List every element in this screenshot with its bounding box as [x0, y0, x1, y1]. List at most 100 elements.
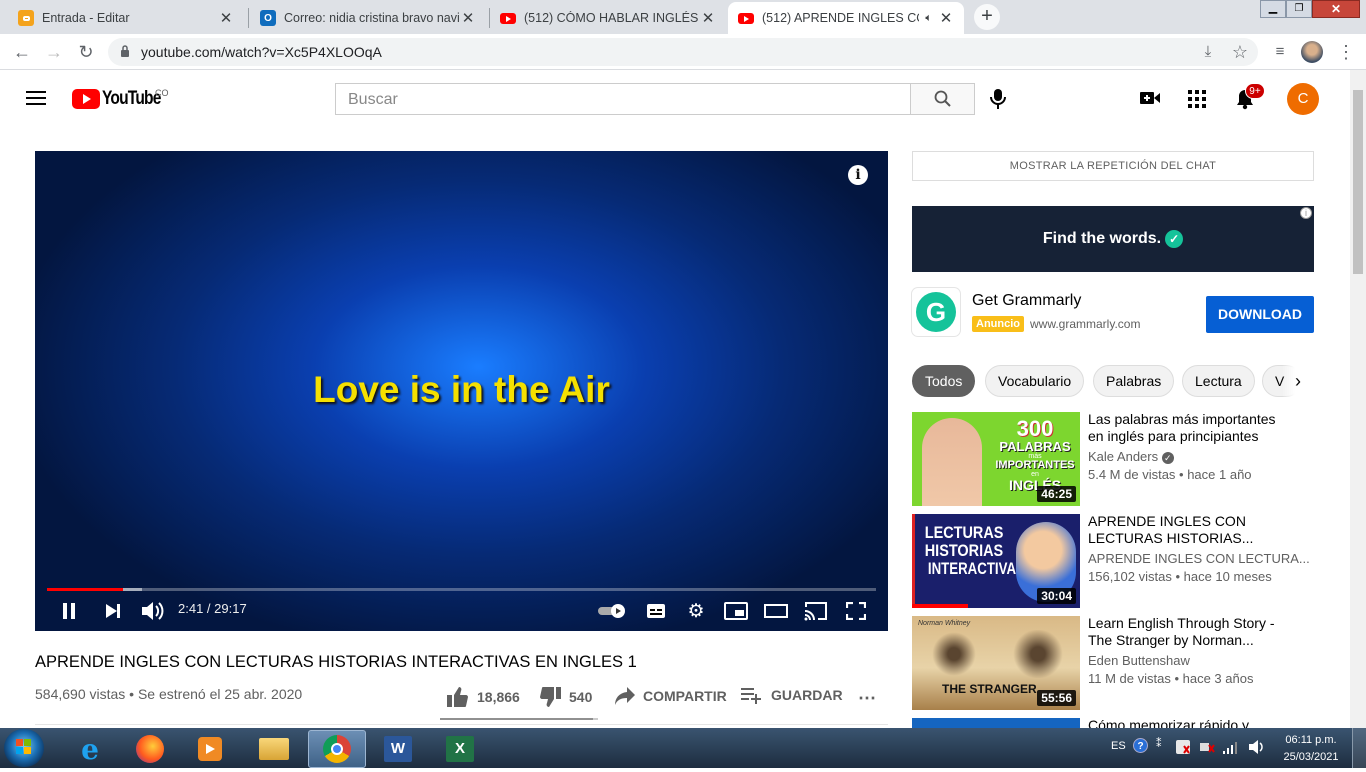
- related-channel[interactable]: Eden Buttenshaw: [1088, 653, 1190, 668]
- language-indicator[interactable]: ES: [1111, 740, 1126, 752]
- speaker-icon[interactable]: 🔈︎: [925, 12, 932, 25]
- like-button[interactable]: 18,866: [446, 686, 520, 708]
- forward-arrow-icon[interactable]: →: [40, 38, 68, 66]
- related-title[interactable]: Cómo memorizar rápido y: [1088, 717, 1288, 728]
- related-thumbnail-2[interactable]: LECTURAS HISTORIAS INTERACTIVAS 30:04: [912, 514, 1080, 608]
- tab-youtube-1[interactable]: (512) CÓMO HABLAR INGLÉS PO ✕: [490, 2, 726, 34]
- chip-lectura[interactable]: Lectura: [1182, 365, 1255, 397]
- show-desktop-button[interactable]: [1352, 728, 1366, 768]
- minimize-button[interactable]: ▁: [1260, 0, 1286, 18]
- back-arrow-icon[interactable]: ←: [8, 38, 36, 66]
- tab-outlook[interactable]: O Correo: nidia cristina bravo navia ✕: [250, 2, 486, 34]
- related-channel[interactable]: Kale Anders ✓: [1088, 449, 1174, 464]
- related-thumbnail-4[interactable]: [912, 718, 1080, 728]
- scrollbar-thumb[interactable]: [1353, 90, 1363, 274]
- theater-mode-icon[interactable]: [764, 603, 788, 619]
- ad-title[interactable]: Get Grammarly: [972, 292, 1081, 310]
- chip-vocabulario[interactable]: Vocabulario: [985, 365, 1085, 397]
- cast-icon[interactable]: [803, 601, 829, 621]
- pause-icon[interactable]: [61, 602, 77, 620]
- action-center-icon[interactable]: [1176, 740, 1190, 754]
- autoplay-toggle[interactable]: [597, 603, 627, 619]
- verified-icon: ✓: [1161, 452, 1174, 464]
- chevron-right-icon[interactable]: ›: [1282, 365, 1314, 397]
- more-actions-icon[interactable]: ⋯: [858, 688, 877, 709]
- maximize-button[interactable]: ❐: [1286, 0, 1312, 18]
- download-button[interactable]: DOWNLOAD: [1206, 296, 1314, 333]
- chip-todos[interactable]: Todos: [912, 365, 976, 397]
- save-label: GUARDAR: [771, 687, 843, 703]
- tree-icon: [1012, 630, 1064, 678]
- ad-banner[interactable]: Find the words. ✓: [912, 206, 1314, 272]
- search-button[interactable]: [910, 83, 975, 115]
- outlook-icon: O: [260, 10, 276, 26]
- help-icon[interactable]: ?: [1133, 738, 1148, 753]
- reload-icon[interactable]: ↻: [72, 38, 100, 66]
- share-button[interactable]: COMPARTIR: [614, 686, 727, 706]
- hamburger-menu-icon[interactable]: [26, 90, 46, 106]
- next-video-icon[interactable]: [104, 603, 122, 619]
- close-tab-icon[interactable]: ✕: [938, 9, 954, 27]
- settings-gear-icon[interactable]: ⚙︎: [686, 602, 706, 622]
- close-tab-icon[interactable]: ✕: [700, 9, 716, 27]
- chrome-taskbar-button[interactable]: [308, 730, 366, 768]
- menu-kebab-icon[interactable]: ⋮: [1332, 38, 1360, 66]
- internet-explorer-icon[interactable]: e: [64, 730, 116, 768]
- thumb-text: 300: [1016, 416, 1054, 441]
- youtube-logo-text[interactable]: YouTube: [102, 88, 161, 110]
- lock-icon[interactable]: [120, 44, 130, 58]
- fullscreen-icon[interactable]: [845, 601, 867, 621]
- related-title[interactable]: Las palabras más importantes en inglés p…: [1088, 411, 1288, 445]
- miniplayer-icon[interactable]: [724, 602, 748, 620]
- save-button[interactable]: GUARDAR: [741, 686, 843, 704]
- view-count: 584,690 vistas • Se estrenó el 25 abr. 2…: [35, 686, 303, 702]
- show-chat-replay-button[interactable]: MOSTRAR LA REPETICIÓN DEL CHAT: [912, 151, 1314, 181]
- chip-palabras[interactable]: Palabras: [1093, 365, 1175, 397]
- power-icon[interactable]: [1199, 740, 1215, 754]
- clock-date[interactable]: 25/03/2021: [1280, 751, 1342, 763]
- related-thumbnail-1[interactable]: 300 PALABRAS más IMPORTANTES en INGLÉS 4…: [912, 412, 1080, 506]
- related-title[interactable]: Learn English Through Story - The Strang…: [1088, 615, 1288, 649]
- url-text[interactable]: youtube.com/watch?v=Xc5P4XLOOqA: [141, 44, 382, 60]
- microphone-icon[interactable]: [990, 88, 1006, 110]
- progress-bar[interactable]: [47, 588, 876, 591]
- video-player[interactable]: Love is in the Air i 2:41 / 29:17 ⚙︎: [35, 151, 888, 631]
- sentiment-bar: [440, 718, 598, 720]
- create-video-icon[interactable]: [1139, 90, 1161, 106]
- thumb-text: Norman Whitney: [918, 620, 971, 627]
- star-icon[interactable]: ☆: [1226, 38, 1254, 66]
- page-scrollbar[interactable]: [1350, 70, 1366, 728]
- apps-grid-icon[interactable]: [1188, 90, 1206, 108]
- install-icon[interactable]: ⤓: [1194, 38, 1222, 66]
- subtitles-icon[interactable]: [646, 603, 666, 619]
- network-signal-icon[interactable]: [1222, 740, 1240, 754]
- volume-icon[interactable]: [140, 600, 164, 622]
- related-thumbnail-3[interactable]: Norman Whitney THE STRANGER 55:56: [912, 616, 1080, 710]
- start-button[interactable]: [4, 729, 44, 767]
- youtube-logo-icon[interactable]: [72, 89, 100, 109]
- tab-youtube-active[interactable]: (512) APRENDE INGLES CON 🔈︎ ✕: [728, 2, 964, 34]
- tray-arrows-icon[interactable]: ⁑: [1156, 737, 1162, 750]
- firefox-icon[interactable]: [124, 730, 176, 768]
- dislike-button[interactable]: 540: [538, 686, 592, 708]
- related-title[interactable]: APRENDE INGLES CON LECTURAS HISTORIAS...: [1088, 513, 1288, 547]
- volume-tray-icon[interactable]: [1248, 739, 1266, 755]
- thumbs-up-icon: [447, 687, 468, 707]
- tab-blogger[interactable]: Entrada - Editar ✕: [8, 2, 244, 34]
- close-tab-icon[interactable]: ✕: [460, 9, 476, 27]
- excel-icon[interactable]: X: [434, 730, 486, 768]
- file-explorer-icon[interactable]: [248, 730, 300, 768]
- clock-time[interactable]: 06:11 p.m.: [1282, 734, 1340, 746]
- new-tab-button[interactable]: +: [974, 4, 1000, 30]
- info-icon[interactable]: i: [848, 165, 868, 185]
- search-input[interactable]: Buscar: [335, 83, 911, 115]
- close-tab-icon[interactable]: ✕: [218, 9, 234, 27]
- word-icon[interactable]: W: [372, 730, 424, 768]
- close-window-button[interactable]: ✕: [1312, 0, 1360, 18]
- profile-avatar[interactable]: [1301, 41, 1323, 63]
- account-avatar[interactable]: C: [1287, 83, 1319, 115]
- related-channel[interactable]: APRENDE INGLES CON LECTURA...: [1088, 551, 1310, 566]
- ad-info-icon[interactable]: i: [1300, 207, 1312, 219]
- media-control-icon[interactable]: ≡: [1266, 38, 1294, 66]
- media-player-icon[interactable]: [184, 730, 236, 768]
